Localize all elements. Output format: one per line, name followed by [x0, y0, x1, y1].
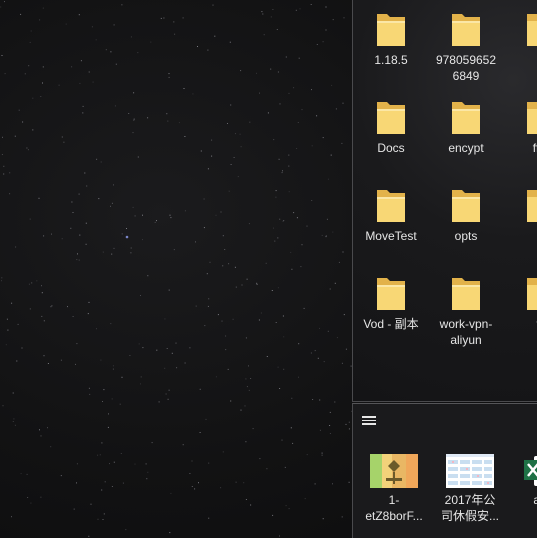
folder-window: 1.18.5 9780596526849 a Docs encypt ffm M…	[352, 0, 537, 402]
file-item[interactable]: 1- etZ8borF...	[357, 454, 431, 524]
folder-label: encypt	[448, 141, 484, 155]
folder-label: Vod - 副本	[363, 317, 419, 331]
excel-icon	[524, 456, 537, 486]
folder-label: opts	[454, 229, 478, 243]
desktop: 1.18.5 9780596526849 a Docs encypt ffm M…	[0, 0, 537, 538]
folder-label: a	[505, 52, 537, 68]
folder-icon	[452, 14, 480, 46]
folder-label: 978059652 6849	[435, 53, 497, 83]
folder-item[interactable]: work-vpn-aliyun	[430, 272, 502, 348]
folder-icon	[377, 14, 405, 46]
file-label: aa	[503, 492, 537, 508]
folder-item[interactable]	[505, 184, 537, 228]
file-item[interactable]: 2017年公 司休假安...	[433, 454, 507, 524]
file-label: 2017年公 司休假安...	[440, 493, 499, 523]
folder-item[interactable]: 978059652 6849	[430, 8, 502, 84]
folder-label: work-vpn-aliyun	[439, 317, 493, 347]
folder-item[interactable]: w	[505, 272, 537, 332]
folder-icon	[527, 14, 537, 46]
spreadsheet-thumbnail-icon	[446, 454, 494, 488]
folder-item[interactable]: ffm	[505, 96, 537, 156]
folder-icon	[452, 278, 480, 310]
hamburger-menu-icon[interactable]	[361, 414, 377, 428]
folder-icon	[527, 102, 537, 134]
folder-label: 1.18.5	[374, 53, 408, 67]
files-window: 1- etZ8borF... 2017年公 司休假安...	[352, 403, 537, 538]
folder-icon	[452, 190, 480, 222]
starfield-wallpaper	[0, 1, 352, 537]
folder-icon	[527, 278, 537, 310]
folder-item[interactable]: Docs	[355, 96, 427, 156]
folder-label: Docs	[377, 141, 405, 155]
image-thumbnail-icon	[370, 454, 418, 488]
folder-item[interactable]: encypt	[430, 96, 502, 156]
folder-item[interactable]: opts	[430, 184, 502, 244]
folder-label: MoveTest	[365, 229, 417, 243]
file-item[interactable]: aa	[503, 454, 537, 508]
folder-item[interactable]: MoveTest	[355, 184, 427, 244]
folder-label: w	[505, 316, 537, 332]
folder-label: ffm	[532, 141, 537, 155]
folder-icon	[527, 190, 537, 222]
folder-item[interactable]: a	[505, 8, 537, 68]
folder-icon	[377, 278, 405, 310]
file-label: 1- etZ8borF...	[365, 493, 423, 523]
folder-icon	[377, 102, 405, 134]
folder-item[interactable]: 1.18.5	[355, 8, 427, 68]
folder-item[interactable]: Vod - 副本	[355, 272, 427, 332]
folder-icon	[452, 102, 480, 134]
folder-icon	[377, 190, 405, 222]
